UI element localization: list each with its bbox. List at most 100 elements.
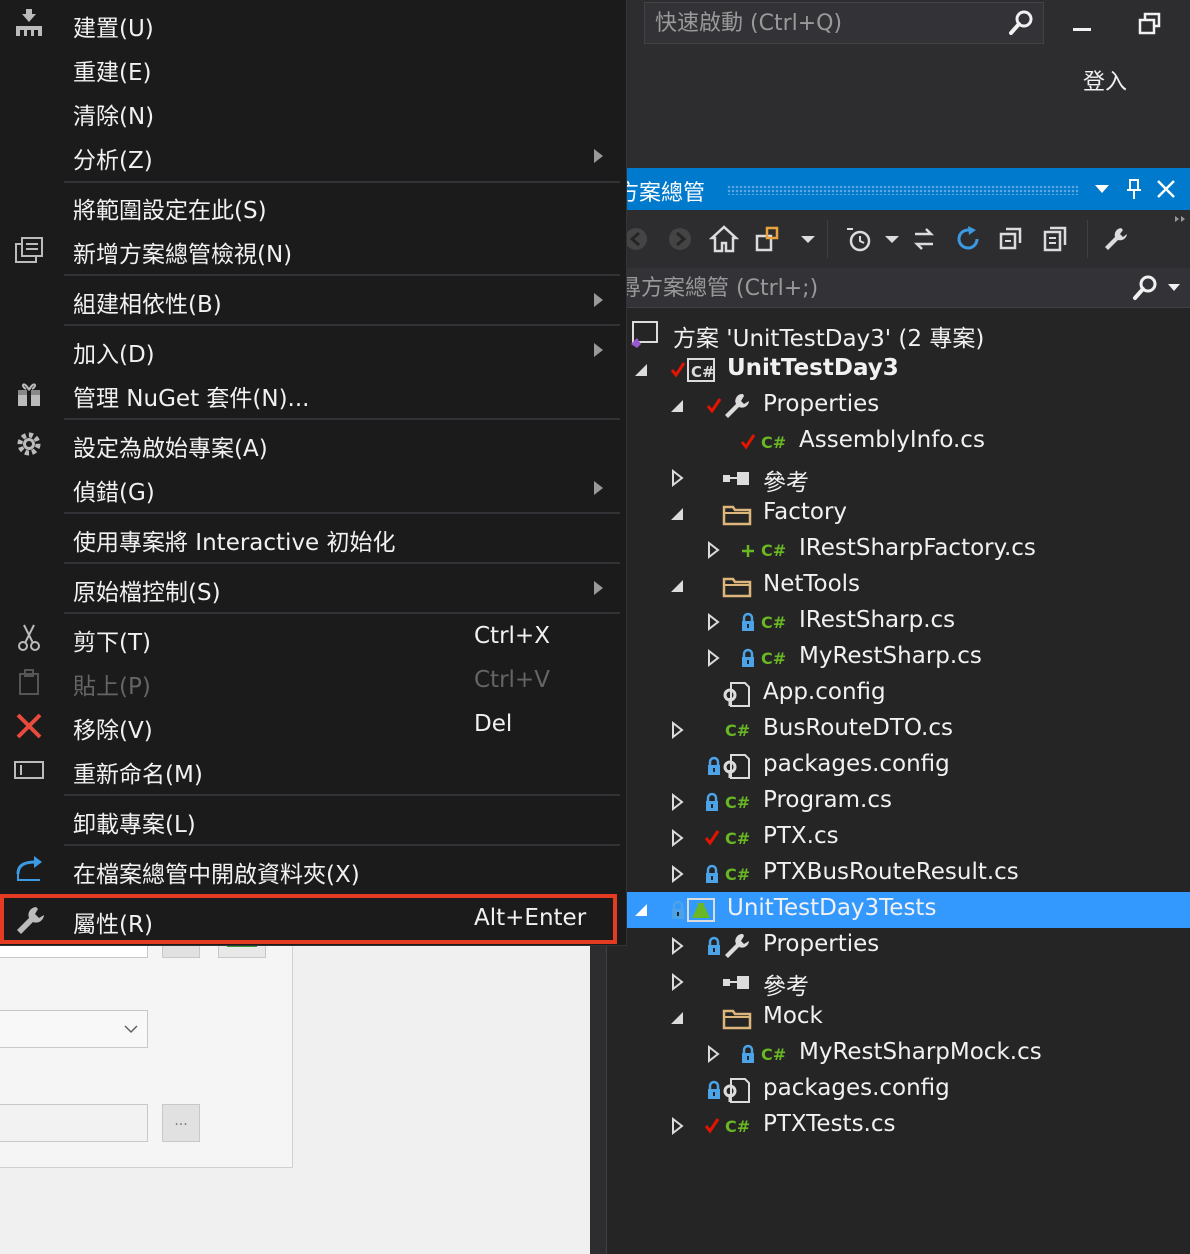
tree-node[interactable]: C# PTXTests.cs: [607, 1108, 1190, 1144]
menu-item-12[interactable]: 原始檔控制(S): [0, 566, 627, 610]
restore-icon[interactable]: [1138, 12, 1162, 36]
tree-node[interactable]: packages.config: [607, 1072, 1190, 1108]
tree-node[interactable]: C# AssemblyInfo.cs: [607, 424, 1190, 460]
menu-item-0[interactable]: 建置(U): [0, 2, 627, 46]
menu-item-18[interactable]: 在檔案總管中開啟資料夾(X): [0, 848, 627, 892]
menu-item-5[interactable]: 新增方案總管檢視(N): [0, 228, 627, 272]
filter-dropdown-icon[interactable]: [877, 224, 907, 254]
collapsed-arrow-icon[interactable]: [703, 612, 723, 632]
menu-item-14[interactable]: 貼上(P) Ctrl+V: [0, 660, 627, 704]
tree-node[interactable]: C# BusRouteDTO.cs: [607, 712, 1190, 748]
expanded-arrow-icon[interactable]: [667, 396, 687, 416]
minimize-icon[interactable]: [1072, 14, 1092, 34]
tree-node[interactable]: Mock: [607, 1000, 1190, 1036]
solution-explorer-search[interactable]: [597, 268, 1190, 308]
lock-icon: [742, 1044, 754, 1063]
tree-node[interactable]: Factory: [607, 496, 1190, 532]
collapsed-arrow-icon[interactable]: [667, 972, 687, 992]
lock-icon: [706, 864, 718, 883]
tree-node[interactable]: App.config: [607, 676, 1190, 712]
menu-item-6[interactable]: 組建相依性(B): [0, 278, 627, 322]
close-icon[interactable]: [1154, 177, 1178, 201]
home-icon[interactable]: [709, 224, 739, 254]
tree-node[interactable]: C# MyRestSharp.cs: [607, 640, 1190, 676]
collapsed-arrow-icon[interactable]: [667, 936, 687, 956]
csharp-file-icon: C#: [725, 1117, 750, 1136]
tree-node[interactable]: Properties: [607, 388, 1190, 424]
tree-node[interactable]: C# UnitTestDay3: [607, 352, 1190, 388]
tree-node-icon: [685, 896, 717, 924]
search-icon[interactable]: [1131, 274, 1159, 302]
collapsed-arrow-icon[interactable]: [667, 792, 687, 812]
menu-item-1[interactable]: 重建(E): [0, 46, 627, 90]
menu-item-11[interactable]: 使用專案將 Interactive 初始化: [0, 516, 627, 560]
tree-node[interactable]: NetTools: [607, 568, 1190, 604]
tree-node[interactable]: Properties: [607, 928, 1190, 964]
expanded-arrow-icon[interactable]: [667, 576, 687, 596]
browse-button[interactable]: ...: [162, 1104, 200, 1142]
menu-item-15[interactable]: 移除(V) Del: [0, 704, 627, 748]
collapsed-arrow-icon[interactable]: [667, 720, 687, 740]
tree-node[interactable]: 參考: [607, 964, 1190, 1000]
menu-item-19[interactable]: 屬性(R) Alt+Enter: [0, 898, 627, 942]
background-dropdown[interactable]: [0, 1010, 148, 1048]
solution-search-input[interactable]: [597, 273, 1097, 303]
switch-views-icon[interactable]: [753, 224, 783, 254]
menu-item-3[interactable]: 分析(Z): [0, 134, 627, 178]
tree-node-icon: C#: [759, 536, 791, 564]
refresh-icon[interactable]: [953, 224, 983, 254]
expanded-arrow-icon[interactable]: [631, 900, 651, 920]
menu-item-10[interactable]: 偵錯(G): [0, 466, 627, 510]
menu-item-13[interactable]: 剪下(T) Ctrl+X: [0, 616, 627, 660]
collapsed-arrow-icon[interactable]: [667, 468, 687, 488]
tree-node[interactable]: 方案 'UnitTestDay3' (2 專案): [607, 316, 1190, 352]
show-all-files-icon[interactable]: [1041, 224, 1071, 254]
expanded-arrow-icon[interactable]: [667, 1008, 687, 1028]
collapsed-arrow-icon[interactable]: [703, 648, 723, 668]
quick-launch-box[interactable]: [644, 2, 1044, 44]
tree-node[interactable]: C# PTX.cs: [607, 820, 1190, 856]
tree-node[interactable]: C# IRestSharp.cs: [607, 604, 1190, 640]
collapsed-arrow-icon[interactable]: [667, 828, 687, 848]
menu-item-16[interactable]: 重新命名(M): [0, 748, 627, 792]
menu-separator: [64, 512, 620, 514]
wrench-icon: [725, 393, 749, 418]
collapsed-arrow-icon[interactable]: [667, 1116, 687, 1136]
tree-node[interactable]: C# Program.cs: [607, 784, 1190, 820]
collapsed-arrow-icon[interactable]: [667, 864, 687, 884]
menu-item-7[interactable]: 加入(D): [0, 328, 627, 372]
expanded-arrow-icon[interactable]: [631, 360, 651, 380]
pending-changes-filter-icon[interactable]: [843, 224, 873, 254]
tree-node-label: IRestSharpFactory.cs: [799, 535, 1036, 561]
sign-in-link[interactable]: 登入: [1083, 64, 1127, 96]
collapsed-arrow-icon[interactable]: [703, 540, 723, 560]
tree-node-icon: [721, 752, 753, 780]
menu-item-9[interactable]: 設定為啟始專案(A): [0, 422, 627, 466]
tree-node[interactable]: packages.config: [607, 748, 1190, 784]
menu-item-2[interactable]: 清除(N): [0, 90, 627, 134]
solution-icon-wrap: [629, 320, 661, 348]
collapse-all-icon[interactable]: [997, 224, 1027, 254]
toolbar-overflow-icon[interactable]: [1173, 214, 1187, 228]
menu-item-4[interactable]: 將範圍設定在此(S): [0, 184, 627, 228]
search-icon[interactable]: [1007, 9, 1035, 37]
properties-wrench-icon[interactable]: [1101, 224, 1131, 254]
tree-node[interactable]: C# MyRestSharpMock.cs: [607, 1036, 1190, 1072]
pin-icon[interactable]: [1122, 177, 1146, 201]
dropdown-arrow-icon[interactable]: [1090, 177, 1114, 201]
tree-node[interactable]: C# PTXBusRouteResult.cs: [607, 856, 1190, 892]
forward-icon[interactable]: [665, 224, 695, 254]
csharp-file-icon: C#: [761, 433, 786, 452]
search-options-dropdown-icon[interactable]: [1167, 282, 1181, 294]
collapsed-arrow-icon[interactable]: [703, 1044, 723, 1064]
menu-item-17[interactable]: 卸載專案(L): [0, 798, 627, 842]
quick-launch-input[interactable]: [655, 9, 995, 37]
background-path-field[interactable]: [0, 1104, 148, 1142]
views-dropdown-icon[interactable]: [793, 224, 823, 254]
sync-with-document-icon[interactable]: [909, 224, 939, 254]
tree-node[interactable]: 參考: [607, 460, 1190, 496]
tree-node[interactable]: UnitTestDay3Tests: [607, 892, 1190, 928]
menu-item-8[interactable]: 管理 NuGet 套件(N)...: [0, 372, 627, 416]
expanded-arrow-icon[interactable]: [667, 504, 687, 524]
tree-node[interactable]: C# IRestSharpFactory.cs: [607, 532, 1190, 568]
